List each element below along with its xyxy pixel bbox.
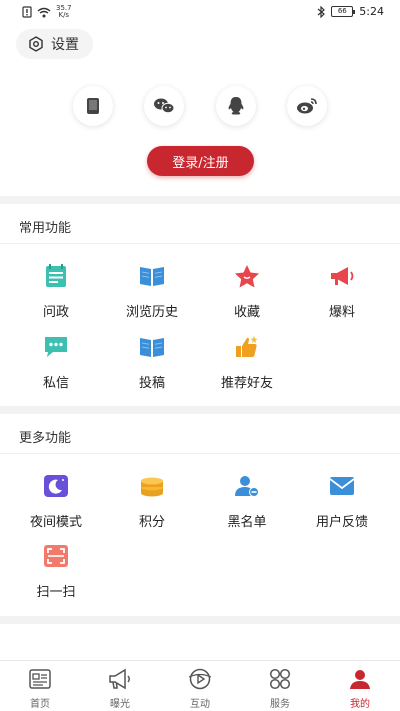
grid-item-label: 推荐好友 bbox=[220, 376, 273, 391]
thumbs-up-icon bbox=[234, 334, 260, 360]
nav-label: 首页 bbox=[30, 699, 50, 710]
chat-bubble-icon bbox=[43, 334, 69, 360]
grid-item-blacklist[interactable]: 黑名单 bbox=[197, 473, 297, 530]
scan-icon bbox=[43, 543, 69, 569]
grid-item-history[interactable]: 浏览历史 bbox=[102, 263, 202, 320]
book-icon bbox=[139, 263, 165, 289]
coins-icon bbox=[139, 473, 165, 499]
nav-item-expose[interactable]: 曝光 bbox=[80, 667, 160, 710]
phone-icon bbox=[87, 98, 99, 114]
status-right: 66 5:24 bbox=[317, 5, 384, 18]
grid-item-label: 浏览历史 bbox=[125, 305, 178, 320]
grid-item-recommend[interactable]: 推荐好友 bbox=[197, 334, 297, 391]
settings-button[interactable]: 设置 bbox=[16, 29, 93, 59]
bluetooth-icon bbox=[317, 5, 326, 18]
grid-item-night-mode[interactable]: 夜间模式 bbox=[6, 473, 106, 530]
star-icon bbox=[234, 263, 260, 289]
grid-item-label: 私信 bbox=[42, 376, 69, 391]
grid-item-label: 爆料 bbox=[328, 305, 355, 320]
grid-item-messages[interactable]: 私信 bbox=[6, 334, 106, 391]
more-functions-title: 更多功能 bbox=[19, 431, 72, 446]
weibo-icon bbox=[297, 98, 317, 114]
weibo-login-button[interactable] bbox=[287, 86, 327, 126]
battery-indicator: 66 bbox=[331, 6, 356, 17]
section-divider bbox=[0, 406, 400, 414]
gear-icon bbox=[29, 36, 43, 52]
grid-item-label: 夜间模式 bbox=[29, 515, 82, 530]
common-functions-title: 常用功能 bbox=[19, 221, 72, 236]
news-icon bbox=[28, 667, 52, 691]
wifi-icon bbox=[37, 7, 51, 17]
social-login-row bbox=[0, 86, 400, 126]
nav-label: 我的 bbox=[350, 699, 370, 710]
nav-item-home[interactable]: 首页 bbox=[0, 667, 80, 710]
nav-item-interact[interactable]: 互动 bbox=[160, 667, 240, 710]
bottom-nav: 首页 曝光 互动 服务 我的 bbox=[0, 660, 400, 711]
settings-label: 设置 bbox=[51, 37, 79, 53]
qq-icon bbox=[228, 97, 244, 115]
login-register-button[interactable]: 登录/注册 bbox=[147, 146, 254, 176]
section-divider bbox=[0, 616, 400, 624]
section-divider bbox=[0, 196, 400, 204]
grid-item-report[interactable]: 爆料 bbox=[292, 263, 392, 320]
qq-login-button[interactable] bbox=[216, 86, 256, 126]
grid-icon bbox=[268, 667, 292, 691]
grid-item-label: 用户反馈 bbox=[315, 515, 368, 530]
section-line bbox=[0, 453, 400, 454]
section-line bbox=[0, 243, 400, 244]
status-bar: 35.7 K/s 66 5:24 bbox=[0, 0, 400, 24]
moon-icon bbox=[43, 473, 69, 499]
grid-item-points[interactable]: 积分 bbox=[102, 473, 202, 530]
megaphone-icon bbox=[108, 667, 132, 691]
user-icon bbox=[348, 667, 372, 691]
user-minus-icon bbox=[234, 473, 260, 499]
megaphone-icon bbox=[329, 263, 355, 289]
grid-item-submit[interactable]: 投稿 bbox=[102, 334, 202, 391]
grid-item-label: 积分 bbox=[138, 515, 165, 530]
network-speed: 35.7 K/s bbox=[56, 5, 72, 19]
wechat-login-button[interactable] bbox=[144, 86, 184, 126]
grid-item-label: 收藏 bbox=[233, 305, 260, 320]
nav-item-mine[interactable]: 我的 bbox=[320, 667, 400, 710]
clock: 5:24 bbox=[359, 5, 384, 18]
mail-icon bbox=[329, 473, 355, 499]
grid-item-label: 扫一扫 bbox=[36, 585, 76, 600]
wechat-icon bbox=[154, 98, 175, 114]
ask-government-icon bbox=[43, 263, 69, 289]
grid-item-label: 问政 bbox=[42, 305, 69, 320]
status-left: 35.7 K/s bbox=[22, 5, 72, 19]
grid-item-scan[interactable]: 扫一扫 bbox=[6, 543, 106, 600]
nav-label: 互动 bbox=[190, 699, 210, 710]
grid-item-ask[interactable]: 问政 bbox=[6, 263, 106, 320]
book-icon bbox=[139, 334, 165, 360]
grid-item-feedback[interactable]: 用户反馈 bbox=[292, 473, 392, 530]
notification-icon bbox=[22, 6, 32, 18]
grid-item-label: 黑名单 bbox=[227, 515, 267, 530]
nav-label: 服务 bbox=[270, 699, 290, 710]
grid-item-favorites[interactable]: 收藏 bbox=[197, 263, 297, 320]
nav-item-services[interactable]: 服务 bbox=[240, 667, 320, 710]
network-speed-unit: K/s bbox=[58, 11, 70, 19]
nav-label: 曝光 bbox=[110, 699, 130, 710]
grid-item-label: 投稿 bbox=[138, 376, 165, 391]
phone-login-button[interactable] bbox=[73, 86, 113, 126]
interact-icon bbox=[188, 667, 212, 691]
